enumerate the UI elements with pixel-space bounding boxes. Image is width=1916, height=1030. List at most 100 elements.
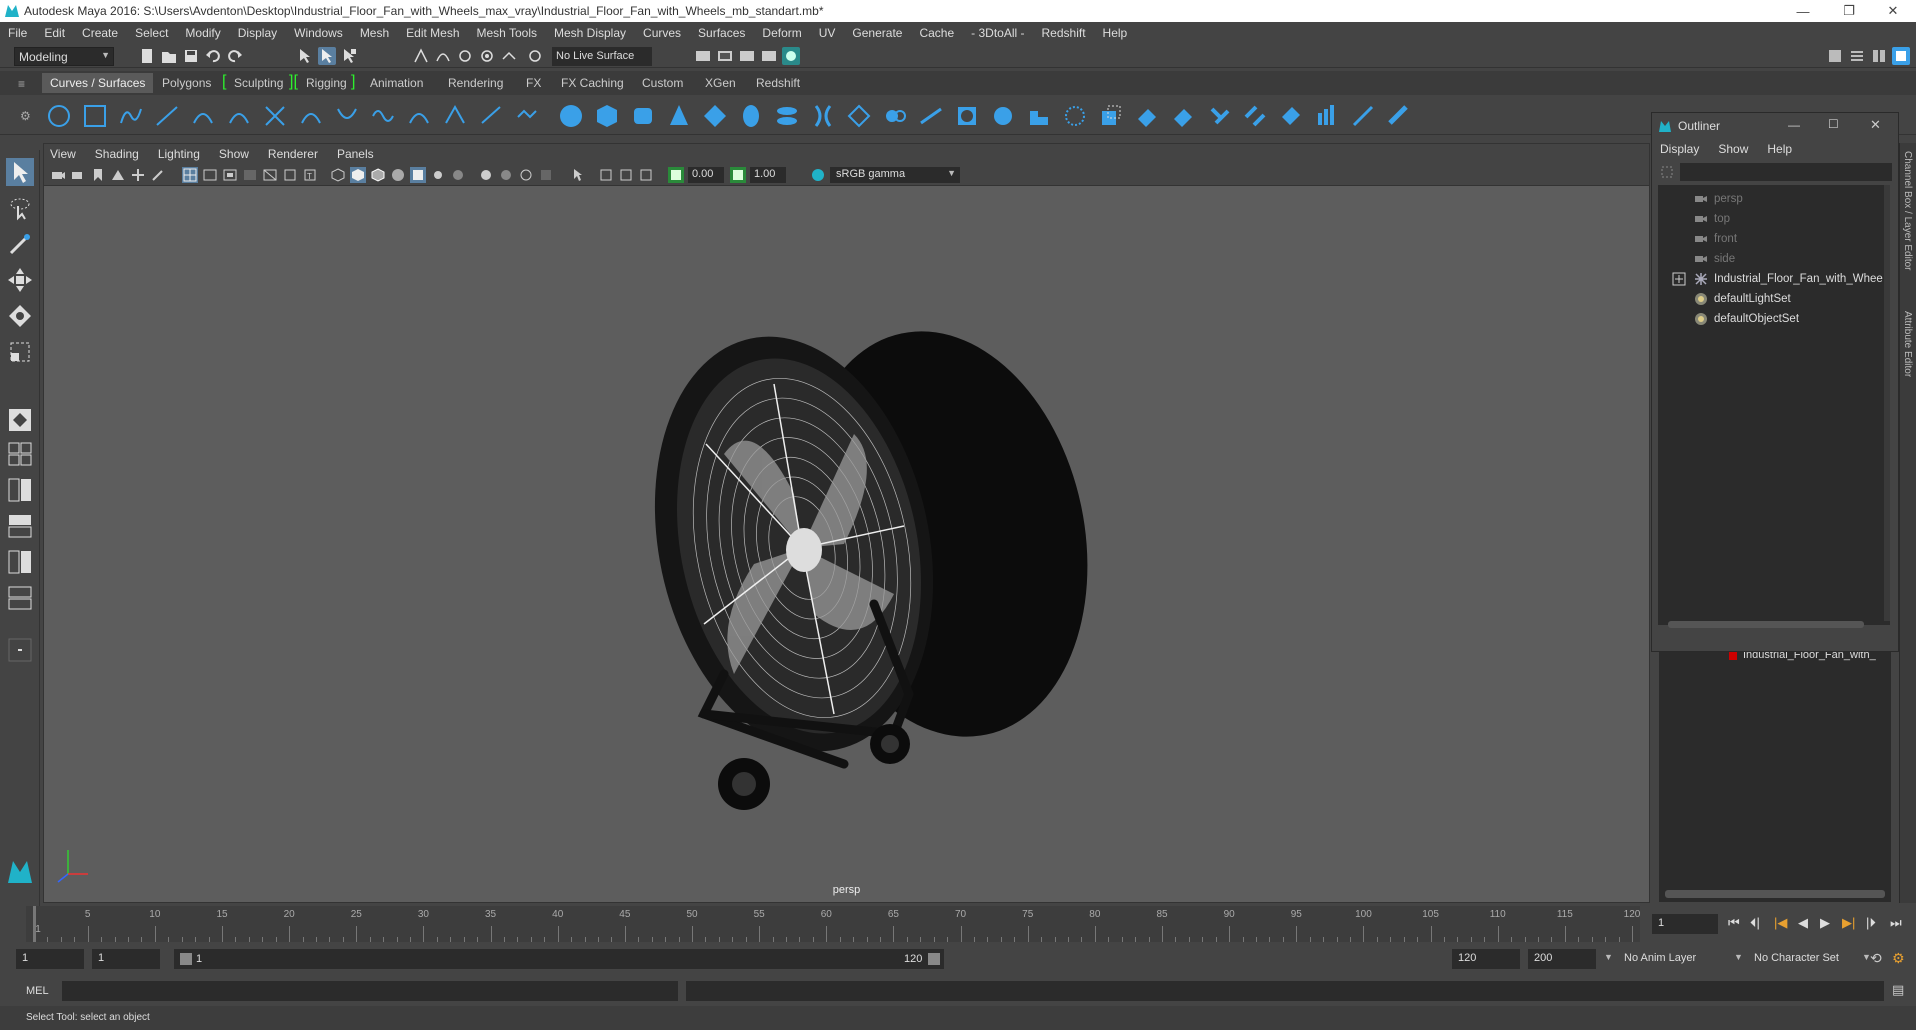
- scene-end-field[interactable]: 200: [1528, 949, 1596, 969]
- vp-menu-renderer[interactable]: Renderer: [268, 147, 318, 161]
- new-scene-icon[interactable]: [138, 47, 156, 65]
- wireframe-on-shaded-icon[interactable]: [370, 167, 386, 183]
- layer-scrollbar[interactable]: [1665, 890, 1885, 898]
- tab-xgen[interactable]: XGen: [697, 73, 744, 93]
- tab-fx[interactable]: FX: [518, 73, 549, 93]
- nurbs-torus-icon[interactable]: [738, 103, 764, 129]
- menu-mesh-tools[interactable]: Mesh Tools: [477, 26, 537, 40]
- attribute-editor-tab[interactable]: Attribute Editor: [1902, 311, 1913, 377]
- character-set-dropdown[interactable]: No Character Set: [1748, 949, 1860, 969]
- two-view-layout-icon[interactable]: [6, 476, 34, 504]
- outliner-item-default-light-set[interactable]: defaultLightSet: [1658, 289, 1890, 309]
- pencil-curve-icon[interactable]: [190, 103, 216, 129]
- nurbs-circle-icon[interactable]: [46, 103, 72, 129]
- lasso-tool-icon[interactable]: [6, 194, 34, 222]
- menu-edit[interactable]: Edit: [44, 26, 65, 40]
- ipr-render-icon[interactable]: [738, 47, 756, 65]
- textured-icon[interactable]: [390, 167, 406, 183]
- go-to-start-icon[interactable]: ⏮: [1728, 915, 1740, 931]
- tab-redshift[interactable]: Redshift: [748, 73, 808, 93]
- anim-layer-dropdown[interactable]: No Anim Layer: [1618, 949, 1738, 969]
- menu-help[interactable]: Help: [1103, 26, 1128, 40]
- vp-menu-show[interactable]: Show: [219, 147, 249, 161]
- extend-curve-icon[interactable]: [406, 103, 432, 129]
- outliner-item-front[interactable]: front: [1658, 229, 1890, 249]
- birail-icon[interactable]: [918, 103, 944, 129]
- industrial-fan-model[interactable]: [644, 294, 1114, 814]
- xray-active-icon[interactable]: [618, 167, 634, 183]
- playback-start-field[interactable]: 1: [92, 949, 160, 969]
- time-slider[interactable]: 1 5 10 15 20 25 30 35 40 45 50 55 60 65 70 75 80 85 90 95 10…: [0, 906, 1916, 942]
- planar-icon[interactable]: [846, 103, 872, 129]
- rebuild-curve-icon[interactable]: [478, 103, 504, 129]
- outliner-item-side[interactable]: side: [1658, 249, 1890, 269]
- toolbox-expand-icon[interactable]: [6, 636, 34, 664]
- shelf-menu-icon[interactable]: ≡: [18, 77, 25, 91]
- bevel-plus-icon[interactable]: [954, 103, 980, 129]
- project-curve-icon[interactable]: [1062, 103, 1088, 129]
- nurbs-square-icon[interactable]: [82, 103, 108, 129]
- outliner-horizontal-scrollbar[interactable]: [1668, 621, 1864, 628]
- vp-menu-view[interactable]: View: [50, 147, 76, 161]
- tab-rendering[interactable]: Rendering: [440, 73, 511, 93]
- auto-key-icon[interactable]: ⟲: [1870, 950, 1882, 967]
- camera-attributes-icon[interactable]: [70, 167, 86, 183]
- insert-isoparm-icon[interactable]: [1278, 103, 1304, 129]
- untrim-icon[interactable]: [1170, 103, 1196, 129]
- rotate-tool-icon[interactable]: [6, 302, 34, 330]
- extrude-icon[interactable]: [882, 103, 908, 129]
- tab-rigging[interactable]: Rigging: [298, 73, 355, 93]
- select-hierarchy-icon[interactable]: [296, 47, 314, 65]
- playback-end-field[interactable]: 120: [1452, 949, 1520, 969]
- range-slider-start-handle[interactable]: [180, 953, 192, 965]
- color-space-dropdown[interactable]: sRGB gamma ▼: [830, 167, 960, 183]
- arc-tool-icon[interactable]: [226, 103, 252, 129]
- revolve-icon[interactable]: [774, 103, 800, 129]
- maximize-button[interactable]: ❐: [1826, 0, 1872, 22]
- menu-uv[interactable]: UV: [819, 26, 836, 40]
- ambient-occlusion-icon[interactable]: [450, 167, 466, 183]
- tab-sculpting[interactable]: Sculpting: [226, 73, 291, 93]
- nurbs-cone-icon[interactable]: [666, 103, 692, 129]
- backface-culling-icon[interactable]: [638, 167, 654, 183]
- anim-preferences-icon[interactable]: ⚙: [1892, 950, 1905, 967]
- ep-curve-icon[interactable]: [154, 103, 180, 129]
- step-forward-frame-icon[interactable]: |⏵: [1866, 915, 1876, 931]
- detach-curves-icon[interactable]: [334, 103, 360, 129]
- outliner-vertical-scrollbar[interactable]: [1884, 185, 1890, 621]
- shelf-gear-icon[interactable]: ⚙: [20, 109, 31, 123]
- tab-fx-caching[interactable]: FX Caching: [553, 73, 632, 93]
- menu-edit-mesh[interactable]: Edit Mesh: [406, 26, 459, 40]
- xray-joints-icon[interactable]: [598, 167, 614, 183]
- surface-editing-icon[interactable]: [1386, 103, 1412, 129]
- exposure-icon[interactable]: [668, 167, 684, 183]
- close-button[interactable]: ✕: [1870, 0, 1916, 22]
- persp-graph-layout-icon[interactable]: [6, 548, 34, 576]
- attribute-editor-icon[interactable]: [1848, 47, 1866, 65]
- select-component-icon[interactable]: [340, 47, 358, 65]
- chevron-down-icon[interactable]: ▼: [1734, 952, 1743, 962]
- trim-tool-icon[interactable]: [1134, 103, 1160, 129]
- scale-tool-icon[interactable]: [6, 338, 34, 366]
- viewport-persp[interactable]: View Shading Lighting Show Renderer Pane…: [43, 143, 1650, 903]
- tool-settings-icon[interactable]: [1870, 47, 1888, 65]
- depth-of-field-icon[interactable]: [518, 167, 534, 183]
- range-slider-end-handle[interactable]: [928, 953, 940, 965]
- command-input[interactable]: [62, 981, 678, 1001]
- motion-blur-icon[interactable]: [478, 167, 494, 183]
- safe-action-icon[interactable]: [282, 167, 298, 183]
- single-view-layout-icon[interactable]: [6, 406, 34, 434]
- outliner-menu-show[interactable]: Show: [1718, 142, 1748, 156]
- menu-file[interactable]: File: [8, 26, 27, 40]
- offset-curve-icon[interactable]: [442, 103, 468, 129]
- channel-box-tab[interactable]: Channel Box / Layer Editor: [1902, 151, 1913, 271]
- step-back-key-icon[interactable]: |◀: [1774, 915, 1787, 931]
- menu-generate[interactable]: Generate: [852, 26, 902, 40]
- step-forward-key-icon[interactable]: ▶|: [1842, 915, 1855, 931]
- smooth-shade-icon[interactable]: [350, 167, 366, 183]
- nurbs-sphere-icon[interactable]: [558, 103, 584, 129]
- wireframe-icon[interactable]: [330, 167, 346, 183]
- redo-icon[interactable]: [226, 47, 244, 65]
- menu-select[interactable]: Select: [135, 26, 168, 40]
- gamma-icon[interactable]: [730, 167, 746, 183]
